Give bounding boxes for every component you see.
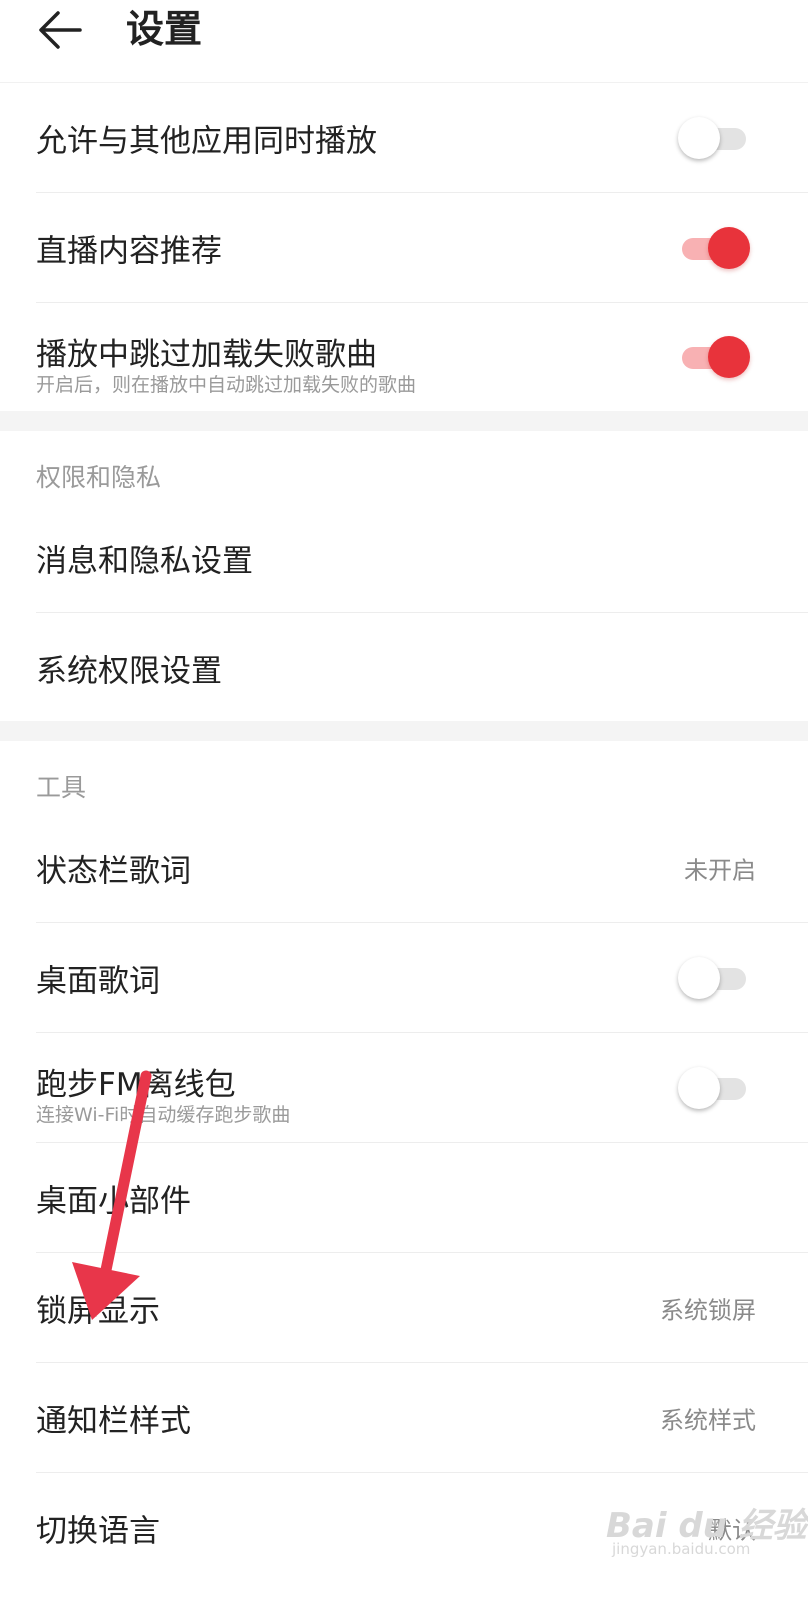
- setting-row-lockscreen[interactable]: 锁屏显示 系统锁屏: [0, 1253, 808, 1363]
- setting-label: 锁屏显示: [36, 1293, 160, 1330]
- back-button[interactable]: [36, 5, 86, 55]
- back-arrow-icon: [39, 11, 82, 49]
- setting-row-message-privacy[interactable]: 消息和隐私设置: [0, 503, 808, 613]
- setting-value: 未开启: [684, 856, 756, 885]
- setting-label: 允许与其他应用同时播放: [36, 123, 377, 160]
- setting-description: 开启后，则在播放中自动跳过加载失败的歌曲: [36, 374, 417, 396]
- setting-label: 系统权限设置: [36, 653, 222, 690]
- mix-playback-toggle[interactable]: [678, 116, 750, 160]
- setting-label: 通知栏样式: [36, 1403, 191, 1440]
- setting-label: 桌面小部件: [36, 1183, 191, 1220]
- skip-failed-toggle[interactable]: [678, 335, 750, 379]
- page-title: 设置: [126, 7, 203, 51]
- live-recommend-toggle[interactable]: [678, 226, 750, 270]
- setting-row-system-permission[interactable]: 系统权限设置: [0, 613, 808, 723]
- desktop-lyrics-toggle[interactable]: [678, 956, 750, 1000]
- setting-row-notification-style[interactable]: 通知栏样式 系统样式: [0, 1363, 808, 1473]
- setting-label: 跑步FM离线包: [36, 1067, 236, 1103]
- section-header-privacy: 权限和隐私: [36, 463, 162, 492]
- setting-row-desktop-widget[interactable]: 桌面小部件: [0, 1143, 808, 1253]
- setting-value: 系统锁屏: [660, 1296, 756, 1325]
- setting-row-running-fm[interactable]: 跑步FM离线包 连接Wi-Fi时自动缓存跑步歌曲: [0, 1033, 808, 1143]
- setting-row-desktop-lyrics[interactable]: 桌面歌词: [0, 923, 808, 1033]
- section-gap: [0, 721, 808, 741]
- setting-description: 连接Wi-Fi时自动缓存跑步歌曲: [36, 1104, 291, 1126]
- setting-label: 切换语言: [36, 1513, 160, 1550]
- section-gap: [0, 411, 808, 431]
- top-bar: 设置: [0, 0, 808, 82]
- setting-label: 直播内容推荐: [36, 233, 222, 270]
- running-fm-toggle[interactable]: [678, 1066, 750, 1110]
- setting-row-mix-playback[interactable]: 允许与其他应用同时播放: [0, 83, 808, 193]
- setting-label: 消息和隐私设置: [36, 543, 253, 580]
- watermark-url: jingyan.baidu.com: [612, 1540, 751, 1558]
- setting-row-skip-failed[interactable]: 播放中跳过加载失败歌曲 开启后，则在播放中自动跳过加载失败的歌曲: [0, 303, 808, 411]
- setting-value: 系统样式: [660, 1406, 756, 1435]
- setting-row-live-recommend[interactable]: 直播内容推荐: [0, 193, 808, 303]
- setting-label: 桌面歌词: [36, 963, 160, 1000]
- setting-label: 播放中跳过加载失败歌曲: [36, 337, 377, 373]
- section-header-tools: 工具: [36, 773, 87, 802]
- setting-row-statusbar-lyrics[interactable]: 状态栏歌词 未开启: [0, 813, 808, 923]
- setting-label: 状态栏歌词: [36, 853, 191, 890]
